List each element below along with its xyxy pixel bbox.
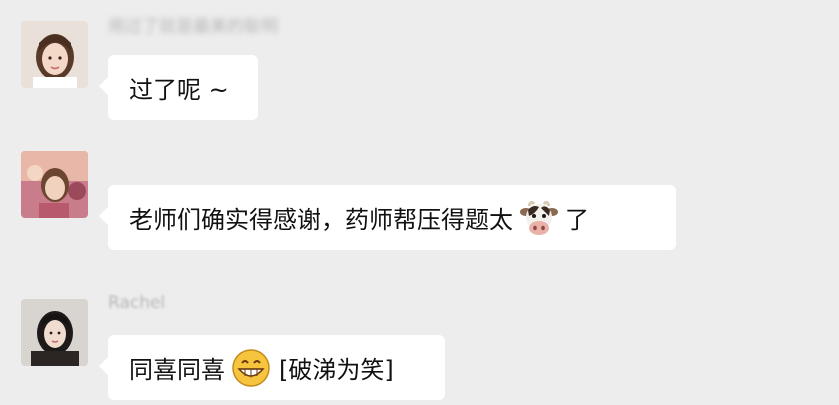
chat-message: 老师们确实得感谢，药师帮压得题太 了 [0,130,839,280]
avatar[interactable] [21,151,88,218]
message-bubble[interactable]: 过了呢 ~ [99,55,258,120]
message-bubble[interactable]: 老师们确实得感谢，药师帮压得题太 了 [99,185,676,250]
chat-message-list: 用过了就是最美的耿明 过了呢 ~ 老师们确实得感谢，药师帮压得题太 了 Rach… [0,0,839,405]
message-trailing-text: 了 [565,206,589,234]
message-text: 老师们确实得感谢，药师帮压得题太 [129,206,513,234]
message-trailing-text: [破涕为笑] [279,356,394,384]
avatar[interactable] [21,299,88,366]
grinning-face-icon [231,348,271,388]
message-bubble[interactable]: 同喜同喜 [破涕为笑] [99,335,445,400]
sender-name: 用过了就是最美的耿明 [108,17,278,37]
sender-name: Rachel [108,293,166,313]
avatar[interactable] [21,21,88,88]
message-text: 同喜同喜 [129,356,225,384]
chat-message: 用过了就是最美的耿明 过了呢 ~ [0,0,839,130]
chat-message: Rachel 同喜同喜 [破涕为笑] [0,280,839,405]
cow-face-icon [519,198,559,238]
message-text: 过了呢 ~ [129,76,229,104]
